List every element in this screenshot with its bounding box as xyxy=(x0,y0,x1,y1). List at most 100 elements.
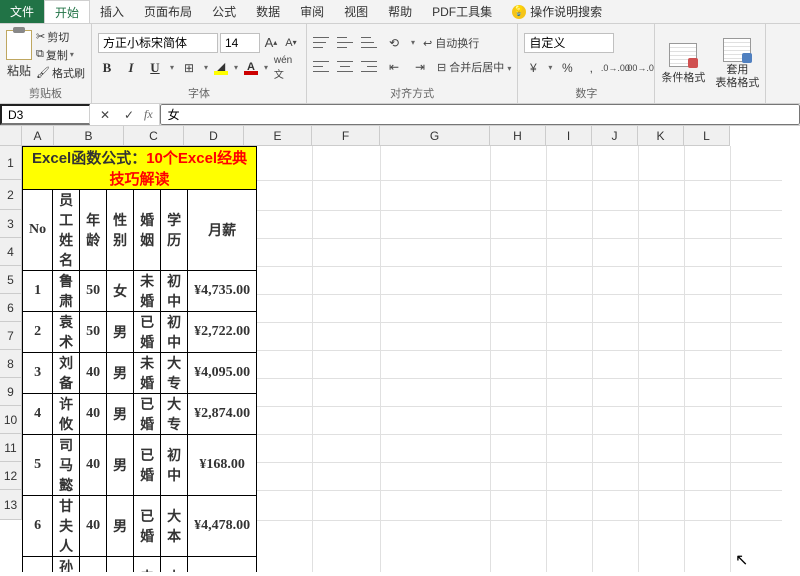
title-cell[interactable]: Excel函数公式：10个Excel经典技巧解读 xyxy=(23,147,257,190)
table-cell[interactable]: 初中 xyxy=(161,312,188,353)
table-cell[interactable]: 已婚 xyxy=(134,394,161,435)
column-header[interactable]: G xyxy=(380,126,490,146)
table-cell[interactable]: 4 xyxy=(23,394,53,435)
format-as-table-button[interactable]: 套用 表格格式 xyxy=(715,38,759,88)
tab-insert[interactable]: 插入 xyxy=(90,0,134,23)
border-button[interactable]: ⊞ xyxy=(180,59,198,77)
tab-page-layout[interactable]: 页面布局 xyxy=(134,0,202,23)
table-header-cell[interactable]: No xyxy=(23,190,53,271)
tab-view[interactable]: 视图 xyxy=(334,0,378,23)
table-cell[interactable]: 男 xyxy=(107,312,134,353)
table-cell[interactable]: ¥4,095.00 xyxy=(188,353,257,394)
table-cell[interactable]: ¥2,874.00 xyxy=(188,394,257,435)
paste-button[interactable]: 粘贴 xyxy=(6,30,32,79)
table-cell[interactable]: 40 xyxy=(80,435,107,496)
column-header[interactable]: D xyxy=(184,126,244,146)
font-name-select[interactable] xyxy=(98,33,218,53)
table-cell[interactable]: 刘备 xyxy=(53,353,80,394)
table-cell[interactable]: ¥168.00 xyxy=(188,435,257,496)
table-header-cell[interactable]: 学历 xyxy=(161,190,188,271)
number-format-select[interactable] xyxy=(524,33,614,53)
tab-review[interactable]: 审阅 xyxy=(290,0,334,23)
italic-button[interactable]: I xyxy=(122,60,140,76)
worksheet-grid[interactable]: ABCDEFGHIJKL 12345678910111213 Excel函数公式… xyxy=(0,126,800,572)
table-cell[interactable]: 未婚 xyxy=(134,271,161,312)
table-cell[interactable]: 3 xyxy=(23,353,53,394)
table-cell[interactable]: 1 xyxy=(23,271,53,312)
table-cell[interactable]: 40 xyxy=(80,496,107,557)
chevron-down-icon[interactable]: ▾ xyxy=(264,63,268,72)
column-header[interactable]: H xyxy=(490,126,546,146)
wrap-text-button[interactable]: ↩ 自动换行 xyxy=(423,35,479,51)
decrease-decimal-button[interactable]: .00→.0 xyxy=(630,59,648,77)
fill-color-button[interactable]: ◢ xyxy=(214,60,228,75)
row-header[interactable]: 4 xyxy=(0,238,22,266)
comma-button[interactable]: , xyxy=(582,59,600,77)
table-header-cell[interactable]: 年龄 xyxy=(80,190,107,271)
table-cell[interactable]: 50 xyxy=(80,312,107,353)
increase-decimal-button[interactable]: .0→.00 xyxy=(606,59,624,77)
row-header[interactable]: 3 xyxy=(0,210,22,238)
row-header[interactable]: 9 xyxy=(0,378,22,406)
table-cell[interactable]: ¥2,722.00 xyxy=(188,312,257,353)
row-header[interactable]: 12 xyxy=(0,462,22,490)
table-cell[interactable]: 女 xyxy=(107,271,134,312)
table-cell[interactable]: 5 xyxy=(23,435,53,496)
row-header[interactable]: 7 xyxy=(0,322,22,350)
tab-formulas[interactable]: 公式 xyxy=(202,0,246,23)
cancel-formula-button[interactable]: ✕ xyxy=(96,106,114,124)
table-cell[interactable]: 许攸 xyxy=(53,394,80,435)
chevron-down-icon[interactable]: ▾ xyxy=(234,63,238,72)
tab-file[interactable]: 文件 xyxy=(0,0,44,23)
table-cell[interactable]: ¥3,978.00 xyxy=(188,557,257,573)
column-header[interactable]: C xyxy=(124,126,184,146)
align-bottom-button[interactable] xyxy=(361,36,377,50)
table-cell[interactable]: 初中 xyxy=(161,271,188,312)
table-cell[interactable]: 40 xyxy=(80,353,107,394)
column-header[interactable]: I xyxy=(546,126,592,146)
data-table[interactable]: Excel函数公式：10个Excel经典技巧解读No员工姓名年龄性别婚姻学历月薪… xyxy=(22,146,257,572)
name-box[interactable] xyxy=(0,104,90,125)
cut-button[interactable]: ✂剪切 xyxy=(36,29,85,45)
table-cell[interactable]: 甘夫人 xyxy=(53,496,80,557)
format-painter-button[interactable]: 🖌格式刷 xyxy=(36,65,85,81)
font-color-button[interactable]: A xyxy=(244,61,258,75)
align-middle-button[interactable] xyxy=(337,36,353,50)
table-cell[interactable]: 7 xyxy=(23,557,53,573)
table-cell[interactable]: ¥4,478.00 xyxy=(188,496,257,557)
chevron-down-icon[interactable]: ▾ xyxy=(411,38,415,47)
fx-icon[interactable]: fx xyxy=(144,107,153,122)
table-cell[interactable]: 男 xyxy=(107,353,134,394)
table-cell[interactable]: 20 xyxy=(80,557,107,573)
table-cell[interactable]: 中专 xyxy=(161,557,188,573)
align-top-button[interactable] xyxy=(313,36,329,50)
table-cell[interactable]: ¥4,735.00 xyxy=(188,271,257,312)
column-header[interactable]: J xyxy=(592,126,638,146)
table-cell[interactable]: 50 xyxy=(80,271,107,312)
phonetic-button[interactable]: wén文 xyxy=(274,59,292,77)
table-cell[interactable]: 大专 xyxy=(161,353,188,394)
table-header-cell[interactable]: 员工姓名 xyxy=(53,190,80,271)
table-cell[interactable]: 司马懿 xyxy=(53,435,80,496)
table-cell[interactable]: 已婚 xyxy=(134,496,161,557)
conditional-formatting-button[interactable]: 条件格式 xyxy=(661,43,705,85)
column-header[interactable]: A xyxy=(22,126,54,146)
table-cell[interactable]: 鲁肃 xyxy=(53,271,80,312)
row-header[interactable]: 11 xyxy=(0,434,22,462)
table-cell[interactable]: 2 xyxy=(23,312,53,353)
tab-pdf[interactable]: PDF工具集 xyxy=(422,0,502,23)
font-size-select[interactable] xyxy=(220,33,260,53)
table-cell[interactable]: 大本 xyxy=(161,496,188,557)
column-header[interactable]: L xyxy=(684,126,730,146)
row-header[interactable]: 13 xyxy=(0,490,22,520)
table-cell[interactable]: 已婚 xyxy=(134,312,161,353)
table-cell[interactable]: 6 xyxy=(23,496,53,557)
table-cell[interactable]: 未婚 xyxy=(134,353,161,394)
align-right-button[interactable] xyxy=(361,60,377,74)
table-cell[interactable]: 已婚 xyxy=(134,435,161,496)
enter-formula-button[interactable]: ✓ xyxy=(120,106,138,124)
row-header[interactable]: 1 xyxy=(0,146,22,180)
table-cell[interactable]: 女 xyxy=(107,557,134,573)
orientation-button[interactable]: ⟲ xyxy=(385,34,403,52)
table-cell[interactable]: 大专 xyxy=(161,394,188,435)
